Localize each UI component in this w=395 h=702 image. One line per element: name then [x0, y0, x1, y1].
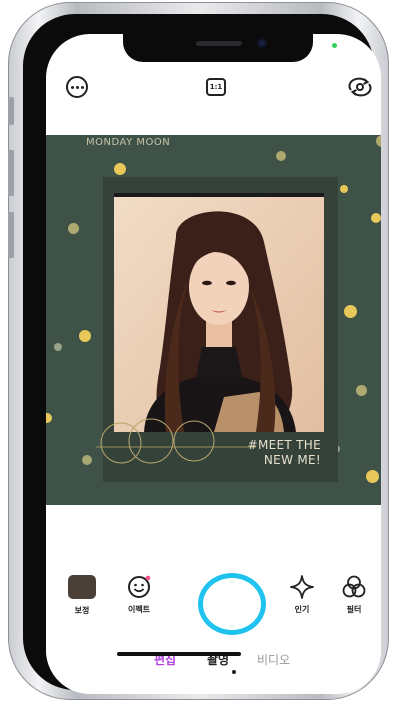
polka-dot [356, 385, 367, 396]
polka-dot [54, 343, 62, 351]
camera-viewfinder[interactable]: MONDAY MOON #MEET THE NEW ME! [46, 135, 381, 505]
camera-in-use-indicator [332, 43, 337, 48]
effect-label: 이펙트 [127, 605, 151, 614]
polka-dot [82, 455, 92, 465]
brand-text: MONDAY MOON [86, 137, 171, 148]
volume-down-button [8, 212, 14, 258]
popular-label: 인기 [294, 605, 310, 614]
selected-mode-indicator [232, 670, 236, 674]
home-indicator[interactable] [117, 652, 241, 656]
phone-bezel: 1:1 MONDAY MOON #MEET THE NEW ME! 보정 이펙트… [23, 14, 381, 694]
polka-dot [276, 151, 286, 161]
polka-dot [344, 305, 357, 318]
camera-flip-icon[interactable] [348, 76, 372, 98]
polka-dot [340, 185, 348, 193]
aspect-ratio-label: 1:1 [209, 83, 223, 91]
tagline-line-2: NEW ME! [263, 453, 321, 467]
polka-dot [68, 223, 79, 234]
mute-switch [8, 97, 14, 125]
polka-dot [366, 470, 379, 483]
popular-button[interactable]: 인기 [287, 574, 317, 615]
volume-up-button [8, 150, 14, 196]
polka-dot [79, 330, 91, 342]
earpiece [196, 41, 242, 46]
tagline-line-1: #MEET THE [247, 438, 321, 452]
notch [123, 34, 313, 62]
portrait-photo [114, 197, 324, 432]
filter-button[interactable]: 필터 [339, 574, 369, 615]
phone-frame: 1:1 MONDAY MOON #MEET THE NEW ME! 보정 이펙트… [8, 2, 389, 700]
front-camera [257, 38, 267, 48]
polka-dot [46, 413, 52, 423]
filter-label: 필터 [346, 605, 362, 614]
polka-dot [371, 213, 381, 223]
app-screen: 1:1 MONDAY MOON #MEET THE NEW ME! 보정 이펙트… [46, 34, 381, 694]
beauty-label: 보정 [74, 606, 90, 615]
aspect-ratio-button[interactable]: 1:1 [206, 78, 226, 96]
bottom-controls: 보정 이펙트 인기 필터 편집 촬영 비디오 [46, 505, 381, 694]
more-horizontal-icon[interactable] [66, 76, 88, 98]
polka-dot [114, 163, 126, 175]
beauty-button[interactable]: 보정 [67, 575, 97, 616]
tagline: #MEET THE NEW ME! [226, 438, 321, 468]
mode-tab-video[interactable]: 비디오 [257, 651, 290, 668]
sparkle-icon [290, 575, 314, 599]
beauty-swatch-icon [68, 575, 96, 599]
polka-dot [376, 135, 381, 147]
shutter-button[interactable] [198, 573, 266, 635]
filter-circles-icon [342, 575, 366, 598]
smiley-icon [128, 575, 151, 598]
effect-button[interactable]: 이펙트 [122, 574, 156, 615]
